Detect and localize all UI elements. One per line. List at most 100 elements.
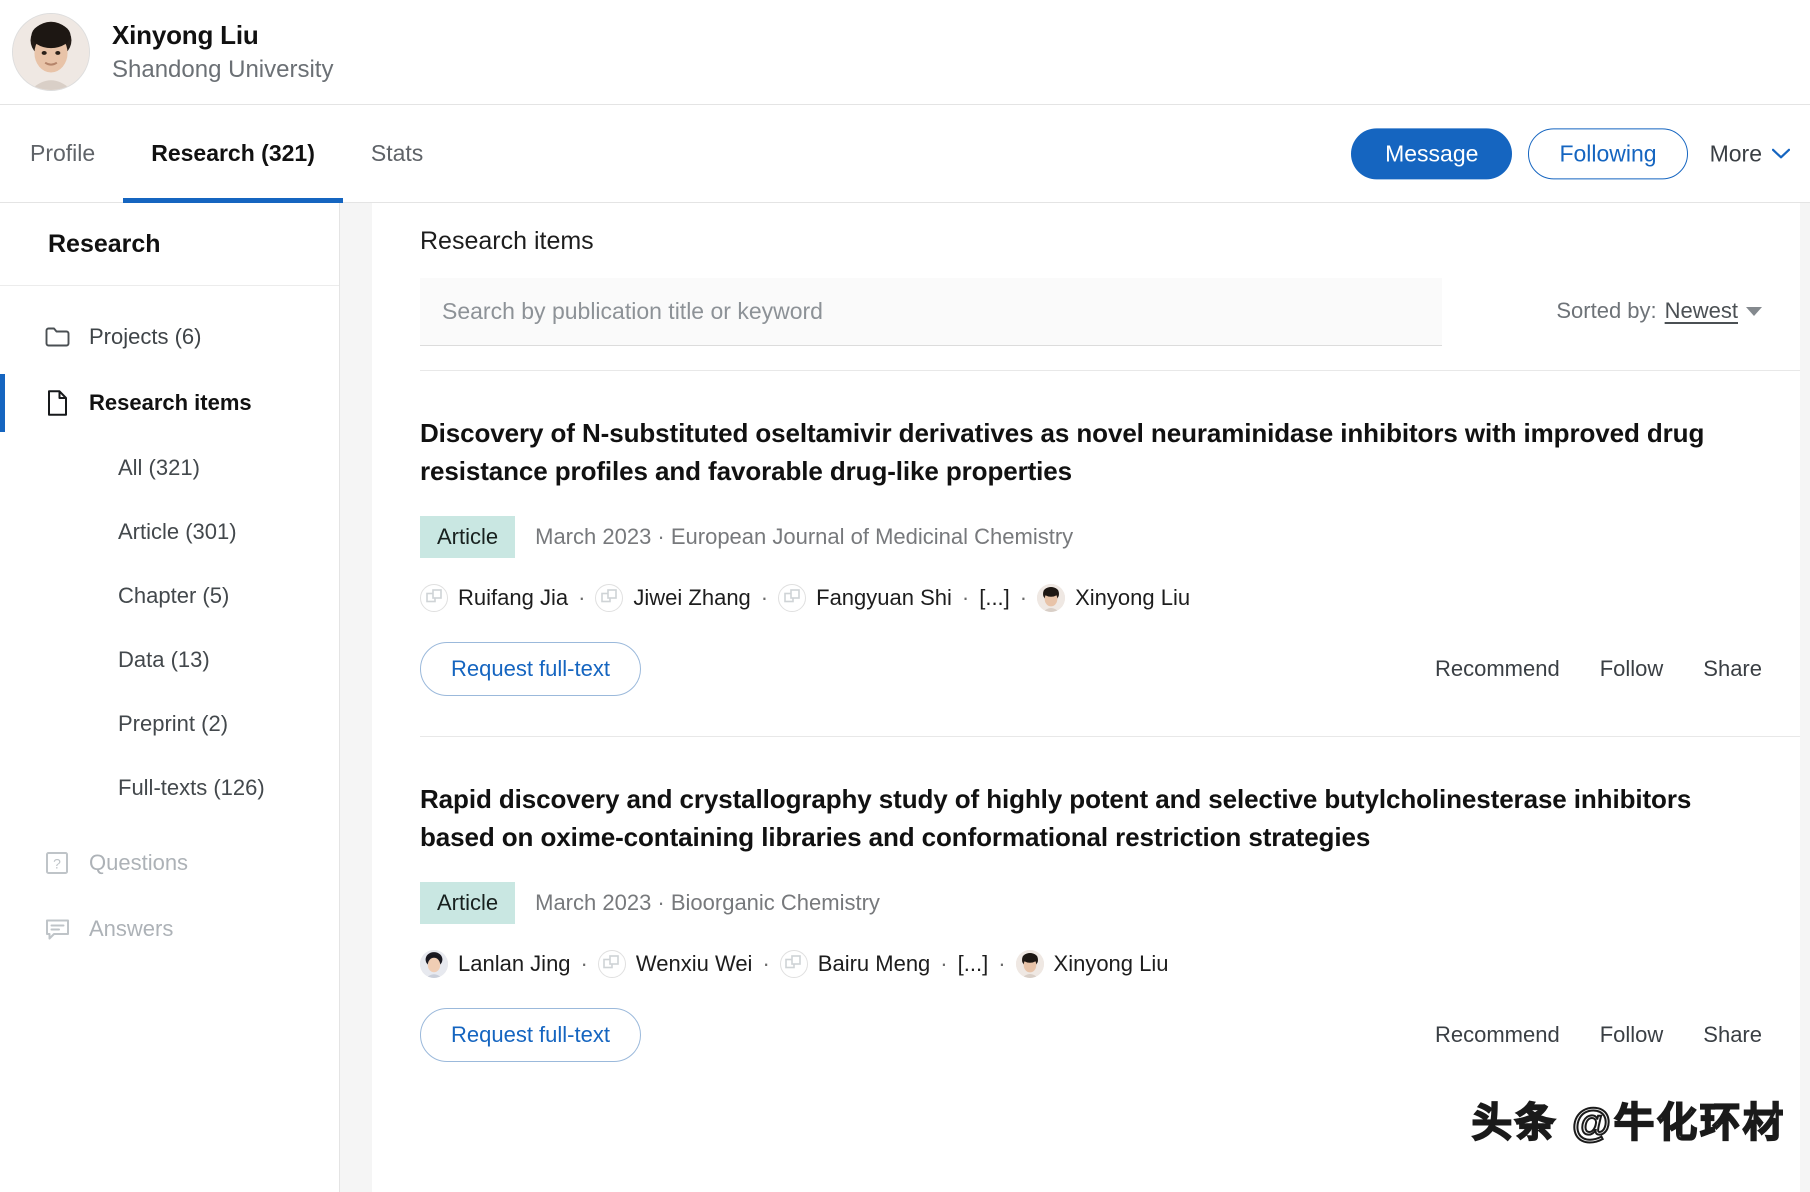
author[interactable]: Jiwei Zhang [595,583,751,612]
sidebar-item-answers-label: Answers [89,916,174,941]
sidebar-subitem-chapter-label: Chapter (5) [118,583,230,608]
tab-stats-label: Stats [370,140,424,166]
publication-source: March 2023 · European Journal of Medicin… [535,524,1074,550]
action-links: Recommend Follow Share [1435,1022,1762,1048]
author-placeholder-icon [597,949,626,978]
author[interactable]: Lanlan Jing [420,949,571,978]
sidebar-subitem-data[interactable]: Data (13) [0,628,339,692]
author-separator: · [940,950,948,976]
author[interactable]: Fangyuan Shi [778,583,952,612]
publication-item: Discovery of N-substituted oseltamivir d… [420,371,1810,696]
document-icon [44,390,70,416]
publication-actions: Request full-text Recommend Follow Share [420,1007,1762,1062]
author-placeholder-icon [420,583,448,612]
sidebar-subitem-preprint-label: Preprint (2) [118,711,229,736]
researchgate-profile-page: Xinyong Liu Shandong University Profile … [0,0,1810,1192]
sidebar-subitem-article[interactable]: Article (301) [0,500,339,564]
author-name: Jiwei Zhang [633,584,751,610]
profile-meta: Xinyong Liu Shandong University [112,19,333,86]
caret-down-icon[interactable] [1746,306,1762,316]
tab-list: Profile Research (321) Stats [0,105,451,203]
publication-meta: Article March 2023 · Bioorganic Chemistr… [420,882,1762,924]
tab-research-label: Research (321) [151,140,315,166]
page-title: Research items [420,227,594,255]
request-full-text-button[interactable]: Request full-text [420,641,641,696]
page-body: Research Projects (6) Research items All… [0,203,1810,1192]
recommend-link[interactable]: Recommend [1435,1022,1560,1048]
sidebar-title: Research [0,203,339,286]
publication-title[interactable]: Discovery of N-substituted oseltamivir d… [420,415,1762,490]
author[interactable]: Ruifang Jia [420,583,569,612]
sidebar-subitem-data-label: Data (13) [118,647,210,672]
sort-control: Sorted by: Newest [1556,278,1762,324]
type-badge: Article [420,882,516,924]
search-input[interactable] [420,278,1442,346]
sidebar-item-projects-label: Projects (6) [89,324,202,349]
author[interactable]: Bairu Meng [779,949,931,978]
tab-stats[interactable]: Stats [343,105,451,202]
author[interactable]: Xinyong Liu [1015,949,1169,978]
sidebar-item-research-items[interactable]: Research items [0,370,339,436]
sidebar-item-questions-label: Questions [89,850,189,875]
following-button[interactable]: Following [1528,127,1688,180]
profile-affiliation: Shandong University [112,56,334,84]
message-button[interactable]: Message [1351,127,1513,180]
publication-title[interactable]: Rapid discovery and crystallography stud… [420,781,1762,856]
author-list: Lanlan Jing · Wenxiu Wei · Bairu Meng · … [420,949,1762,978]
main-content: Research items Sorted by: Newest Discove… [372,203,1810,1192]
author-separator: · [961,584,970,610]
profile-header: Xinyong Liu Shandong University [0,0,1810,105]
author-name: Xinyong Liu [1053,950,1169,976]
sidebar-subitem-full-texts[interactable]: Full-texts (126) [0,756,339,820]
author-avatar [1037,583,1066,612]
speech-bubble-icon [44,916,70,942]
author-placeholder-icon [779,949,808,978]
sidebar-subitem-chapter[interactable]: Chapter (5) [0,564,339,628]
publication-item: Rapid discovery and crystallography stud… [420,735,1810,1062]
sidebar-subitem-full-texts-label: Full-texts (126) [118,775,265,800]
recommend-link[interactable]: Recommend [1435,656,1560,682]
sidebar-item-answers[interactable]: Answers [0,896,339,962]
author-separator: · [578,584,586,610]
follow-link[interactable]: Follow [1600,1022,1664,1048]
avatar[interactable] [12,13,90,91]
author-placeholder-icon [778,583,807,612]
sidebar-subitem-all-label: All (321) [118,455,200,480]
sort-value[interactable]: Newest [1665,298,1738,324]
tab-bar: Profile Research (321) Stats Message Fol… [0,105,1810,203]
tab-research[interactable]: Research (321) [123,105,343,203]
header-actions: Message Following More [1351,127,1792,180]
author[interactable]: Wenxiu Wei [597,949,752,978]
tab-profile-label: Profile [30,140,96,166]
request-full-text-button[interactable]: Request full-text [420,1007,641,1062]
follow-link[interactable]: Follow [1600,656,1664,682]
author-avatar [420,949,448,978]
sidebar-subitem-article-label: Article (301) [118,519,237,544]
folder-icon [44,324,70,350]
author-separator: · [760,584,769,610]
share-link[interactable]: Share [1703,656,1762,682]
chevron-down-icon [1772,148,1790,159]
author-name: Ruifang Jia [458,584,569,610]
author-name: Bairu Meng [817,950,931,976]
sidebar-item-questions[interactable]: ? Questions [0,830,339,896]
tab-profile[interactable]: Profile [2,105,123,202]
svg-text:?: ? [53,856,61,872]
sidebar-item-projects[interactable]: Projects (6) [0,304,339,370]
sidebar-subitem-preprint[interactable]: Preprint (2) [0,692,339,756]
share-link[interactable]: Share [1703,1022,1762,1048]
author-separator: · [580,950,588,976]
author[interactable]: Xinyong Liu [1037,583,1191,612]
sidebar-subitem-all[interactable]: All (321) [0,436,339,500]
sidebar-divider-space [0,820,339,830]
publication-source: March 2023 · Bioorganic Chemistry [535,889,880,915]
author-name: Xinyong Liu [1075,584,1191,610]
more-button[interactable]: More [1704,134,1792,173]
sort-label: Sorted by: [1556,298,1657,323]
more-authors-toggle[interactable]: [...] [979,585,1010,611]
publication-meta: Article March 2023 · European Journal of… [420,516,1762,558]
question-box-icon: ? [44,850,70,876]
search-row: Sorted by: Newest [420,278,1810,371]
more-authors-toggle[interactable]: [...] [958,951,989,977]
author-name: Lanlan Jing [458,950,571,976]
